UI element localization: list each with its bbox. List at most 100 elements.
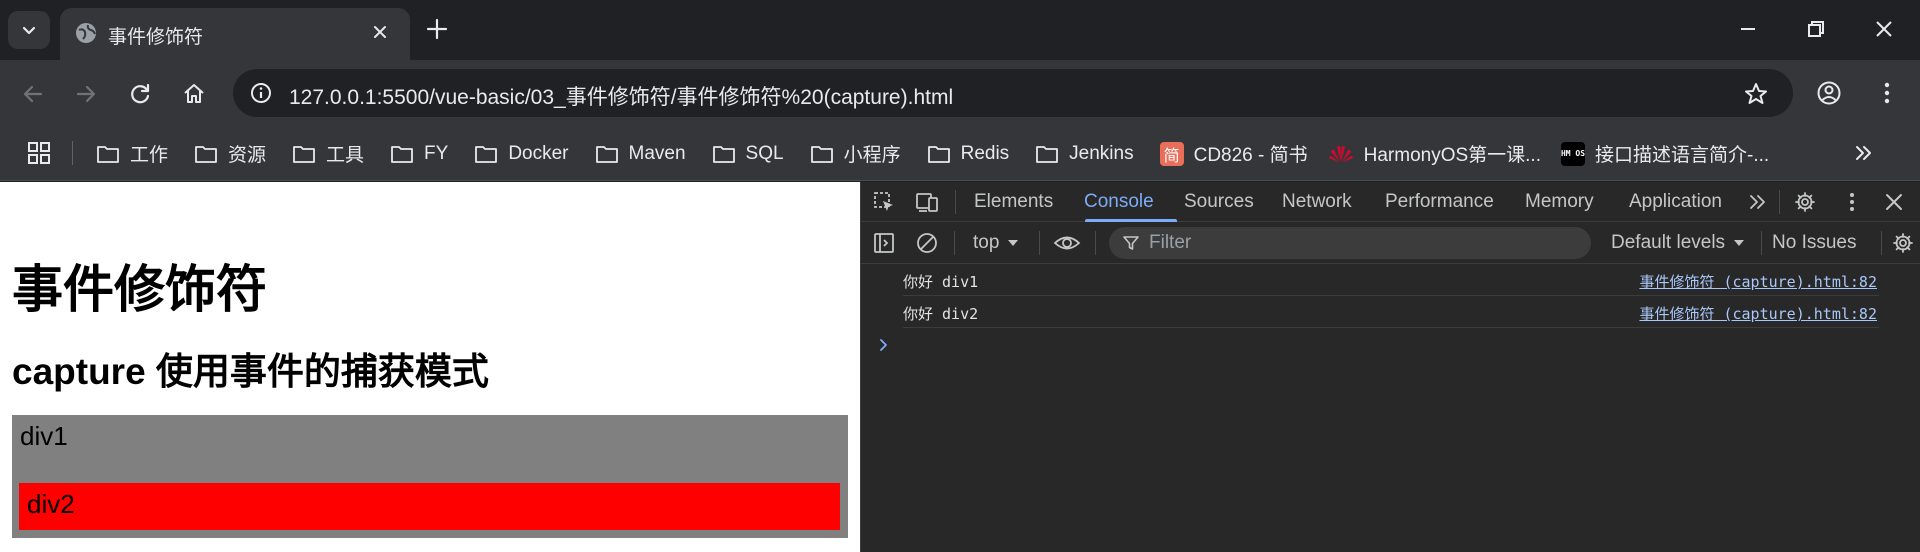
folder-icon [474, 143, 498, 165]
bookmark-item[interactable]: HarmonyOS第一课... [1328, 126, 1541, 181]
div1-label: div1 [20, 421, 68, 451]
browser-tab[interactable]: 事件修饰符 [60, 8, 410, 60]
toolbar-separator [1039, 231, 1040, 255]
dropdown-arrow-icon [1007, 238, 1019, 248]
tab-title: 事件修饰符 [108, 27, 204, 48]
home-icon[interactable] [181, 81, 207, 107]
log-source-link[interactable]: 事件修饰符 (capture).html:82 [1639, 303, 1877, 324]
tab-sources[interactable]: Sources [1184, 191, 1254, 213]
sidebar-toggle-icon[interactable] [873, 232, 895, 254]
live-expression-eye-icon[interactable] [1053, 232, 1081, 254]
bookmark-label: 接口描述语言简介-... [1595, 145, 1770, 166]
page-viewport: 事件修饰符 capture 使用事件的捕获模式 div1 div2 [0, 182, 860, 552]
bookmark-item[interactable]: Jenkins [1035, 126, 1134, 181]
url-text[interactable]: 127.0.0.1:5500/vue-basic/03_事件修饰符/事件修饰符%… [289, 81, 953, 111]
folder-icon [927, 143, 951, 165]
bookmark-item[interactable]: FY [390, 126, 448, 181]
log-source-link[interactable]: 事件修饰符 (capture).html:82 [1639, 271, 1877, 292]
settings-gear-icon[interactable] [1794, 191, 1816, 213]
apps-grid-icon[interactable] [26, 140, 52, 166]
chevron-down-icon [21, 22, 37, 38]
folder-icon [1035, 143, 1059, 165]
bookmark-star-icon[interactable] [1743, 81, 1769, 107]
context-selector[interactable]: top [973, 232, 1019, 254]
bookmarks-bar: 工作 资源 工具 FY Docker Maven SQL 小程序 Redis Jenkins 简 CD… [0, 126, 1920, 181]
log-levels-dropdown[interactable]: Default levels [1611, 232, 1745, 254]
filter-placeholder: Filter [1149, 232, 1192, 253]
bookmark-item[interactable]: 工作 [96, 126, 168, 181]
bookmark-item[interactable]: 工具 [292, 126, 364, 181]
filter-funnel-icon [1123, 235, 1139, 251]
console-prompt-chevron-icon[interactable] [877, 338, 891, 352]
huawei-logo [1328, 144, 1354, 164]
bookmark-item[interactable]: HM OS 接口描述语言简介-... [1561, 126, 1769, 181]
browser-menu-icon[interactable] [1874, 80, 1900, 106]
inspect-element-icon[interactable] [873, 191, 895, 213]
bookmark-item[interactable]: Maven [595, 126, 686, 181]
console-toolbar: top Filter Default levels No Issues [861, 222, 1920, 264]
toolbar-separator [1881, 231, 1882, 255]
bookmark-item[interactable]: Redis [927, 126, 1010, 181]
devtools-tab-bar: Elements Console Sources Network Perform… [861, 182, 1920, 222]
more-bookmarks-icon[interactable] [1852, 141, 1876, 165]
tab-separator [955, 190, 956, 214]
forward-arrow-icon[interactable] [73, 81, 99, 107]
device-toolbar-icon[interactable] [915, 191, 939, 213]
bookmark-label: Redis [960, 142, 1010, 164]
console-log-row: 你好 div1 事件修饰符 (capture).html:82 [903, 264, 1879, 296]
bookmark-item[interactable]: 小程序 [810, 126, 901, 181]
issues-counter[interactable]: No Issues [1772, 232, 1856, 254]
bookmark-item[interactable]: Docker [474, 126, 569, 181]
bookmark-item[interactable]: 简 CD826 - 简书 [1159, 126, 1308, 181]
more-tabs-icon[interactable] [1747, 191, 1769, 213]
address-bar[interactable]: 127.0.0.1:5500/vue-basic/03_事件修饰符/事件修饰符%… [233, 69, 1793, 117]
tab-search-button[interactable] [8, 11, 50, 49]
bookmark-list: 工作 资源 工具 FY Docker Maven SQL 小程序 Redis Jenkins 简 CD… [96, 126, 1769, 181]
tab-application[interactable]: Application [1629, 191, 1722, 213]
toolbar-separator [1761, 231, 1762, 255]
log-message: 你好 div1 [903, 273, 979, 291]
div2-box[interactable]: div2 [19, 483, 840, 530]
bookmark-label: FY [424, 142, 449, 164]
close-devtools-icon[interactable] [1883, 191, 1905, 213]
log-levels-label: Default levels [1611, 232, 1726, 253]
console-filter-input[interactable]: Filter [1109, 227, 1591, 259]
toolbar-separator [1095, 231, 1096, 255]
tab-elements[interactable]: Elements [974, 191, 1053, 213]
tab-close-icon[interactable] [368, 20, 392, 44]
bookmark-label: Jenkins [1069, 142, 1134, 164]
console-settings-gear-icon[interactable] [1892, 232, 1914, 254]
close-window-icon[interactable] [1871, 16, 1897, 42]
bookmark-item[interactable]: 资源 [194, 126, 266, 181]
tab-network[interactable]: Network [1282, 191, 1352, 213]
page-subheading: capture 使用事件的捕获模式 [12, 351, 489, 392]
page-heading: 事件修饰符 [12, 261, 268, 318]
new-tab-plus-icon[interactable] [424, 16, 450, 42]
back-arrow-icon[interactable] [20, 81, 46, 107]
console-output: 你好 div1 事件修饰符 (capture).html:82 你好 div2 … [861, 264, 1920, 351]
folder-icon [194, 143, 218, 165]
context-label: top [973, 232, 1000, 253]
tab-performance[interactable]: Performance [1385, 191, 1494, 213]
tab-console[interactable]: Console [1084, 191, 1154, 213]
profile-avatar-icon[interactable] [1816, 80, 1842, 106]
devtools-menu-icon[interactable] [1841, 191, 1863, 213]
minimize-icon[interactable] [1735, 16, 1761, 42]
site-info-icon[interactable] [249, 81, 273, 105]
toolbar-separator [954, 231, 955, 255]
bookmark-label: HarmonyOS第一课... [1363, 145, 1541, 166]
div1-box[interactable]: div1 div2 [12, 415, 848, 538]
globe-icon [74, 21, 98, 45]
tab-memory[interactable]: Memory [1525, 191, 1594, 213]
tab-strip: 事件修饰符 [0, 0, 1920, 60]
folder-icon [712, 143, 736, 165]
restore-icon[interactable] [1803, 16, 1829, 42]
bookmark-separator [72, 141, 73, 165]
bookmark-label: Docker [508, 142, 569, 164]
bookmark-item[interactable]: SQL [712, 126, 784, 181]
clear-console-icon[interactable] [916, 232, 938, 254]
div2-label: div2 [27, 489, 75, 519]
reload-icon[interactable] [127, 81, 153, 107]
bookmark-label: 资源 [228, 145, 267, 166]
jianshu-logo: 简 [1159, 141, 1184, 166]
